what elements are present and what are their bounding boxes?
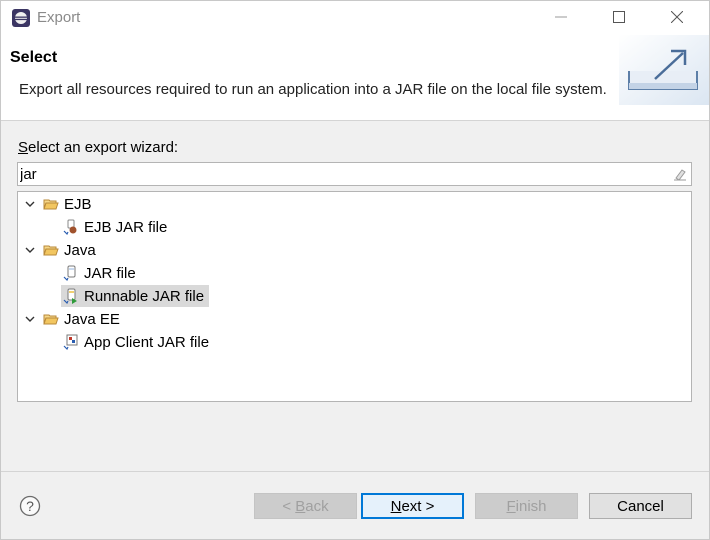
footer-separator — [1, 471, 709, 472]
next-button[interactable]: Next > — [361, 493, 464, 519]
tree-item-java-ee[interactable]: Java EE — [23, 308, 120, 330]
page-description: Export all resources required to run an … — [19, 81, 607, 98]
tree-item-label: Runnable JAR file — [84, 287, 205, 305]
finish-button[interactable]: Finish — [475, 493, 578, 519]
tree-item-jar-file[interactable]: JAR file — [63, 262, 136, 284]
clear-icon[interactable] — [673, 167, 687, 181]
chevron-down-icon[interactable] — [23, 312, 37, 326]
maximize-icon — [613, 10, 625, 27]
tree-item-ejb[interactable]: EJB — [23, 193, 92, 215]
page-title: Select — [10, 49, 58, 66]
cancel-button[interactable]: Cancel — [589, 493, 692, 519]
chevron-down-icon[interactable] — [23, 243, 37, 257]
close-button[interactable] — [648, 1, 706, 35]
folder-open-icon — [43, 196, 59, 212]
tree-item-runnable-jar-file[interactable]: Runnable JAR file — [61, 285, 209, 307]
tree-item-label: EJB JAR file — [84, 218, 168, 236]
export-dialog: Export Select Export all resources requi… — [0, 0, 710, 540]
folder-open-icon — [43, 242, 59, 258]
wizard-tree: EJB EJB JAR file Java JAR file Runnable … — [17, 191, 692, 402]
tree-item-label: App Client JAR file — [84, 333, 210, 351]
folder-open-icon — [43, 311, 59, 327]
tree-item-label: EJB — [64, 195, 92, 213]
jar-icon — [63, 265, 79, 282]
minimize-icon — [555, 10, 567, 27]
app-client-jar-icon — [63, 334, 79, 351]
minimize-button[interactable] — [532, 1, 590, 35]
title-bar: Export — [1, 1, 709, 35]
back-button[interactable]: < Back — [254, 493, 357, 519]
runnable-jar-icon — [63, 288, 79, 305]
wizard-filter-field[interactable] — [17, 162, 692, 186]
tree-item-label: JAR file — [84, 264, 136, 282]
select-wizard-label: Select an export wizard: — [18, 139, 179, 156]
svg-text:?: ? — [26, 498, 34, 514]
chevron-down-icon[interactable] — [23, 197, 37, 211]
maximize-button[interactable] — [590, 1, 648, 35]
tree-item-label: Java EE — [64, 310, 120, 328]
eclipse-icon — [11, 8, 31, 28]
close-icon — [670, 10, 684, 27]
wizard-banner: Select Export all resources required to … — [1, 35, 709, 121]
help-icon[interactable]: ? — [19, 495, 41, 517]
tree-item-label: Java — [64, 241, 96, 259]
ejb-jar-icon — [63, 219, 79, 236]
tree-item-ejb-jar-file[interactable]: EJB JAR file — [63, 216, 167, 238]
tree-item-app-client-jar-file[interactable]: App Client JAR file — [63, 331, 209, 353]
tree-item-java[interactable]: Java — [23, 239, 96, 261]
window-title: Export — [37, 9, 81, 26]
wizard-filter-input[interactable] — [20, 165, 660, 183]
export-icon — [619, 35, 709, 105]
